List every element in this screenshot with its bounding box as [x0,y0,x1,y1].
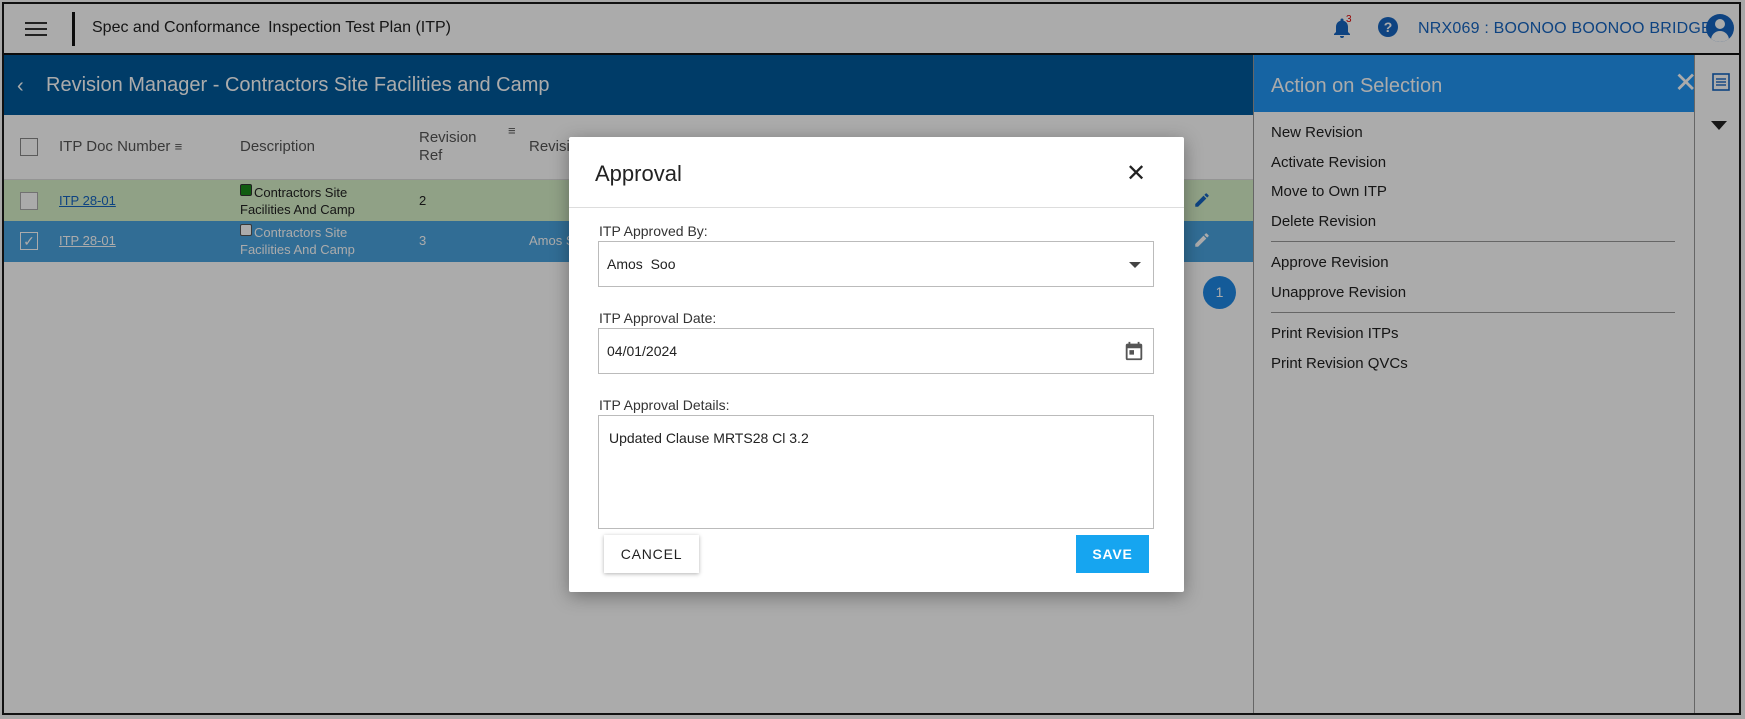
approval-details-value: Updated Clause MRTS28 Cl 3.2 [609,430,809,446]
approval-date-value: 04/01/2024 [607,343,678,359]
approval-details-label: ITP Approval Details: [599,397,730,413]
approved-by-value: Amos Soo [607,256,676,272]
approved-by-select[interactable]: Amos Soo [598,241,1154,287]
dialog-title: Approval [595,161,682,186]
calendar-icon[interactable] [1123,339,1145,363]
close-icon[interactable]: ✕ [1126,159,1146,188]
dropdown-arrow-icon[interactable] [1129,262,1141,268]
approval-date-label: ITP Approval Date: [599,310,717,326]
approval-details-textarea[interactable]: Updated Clause MRTS28 Cl 3.2 [598,415,1154,529]
approved-by-label: ITP Approved By: [599,223,708,239]
approval-date-input[interactable]: 04/01/2024 [598,328,1154,374]
app-frame: Spec and Conformance Inspection Test Plan… [2,2,1741,715]
approval-dialog: Approval ✕ ITP Approved By: Amos Soo ITP… [569,137,1184,592]
divider [569,207,1184,208]
cancel-button[interactable]: CANCEL [604,535,699,573]
save-button[interactable]: SAVE [1076,535,1149,573]
